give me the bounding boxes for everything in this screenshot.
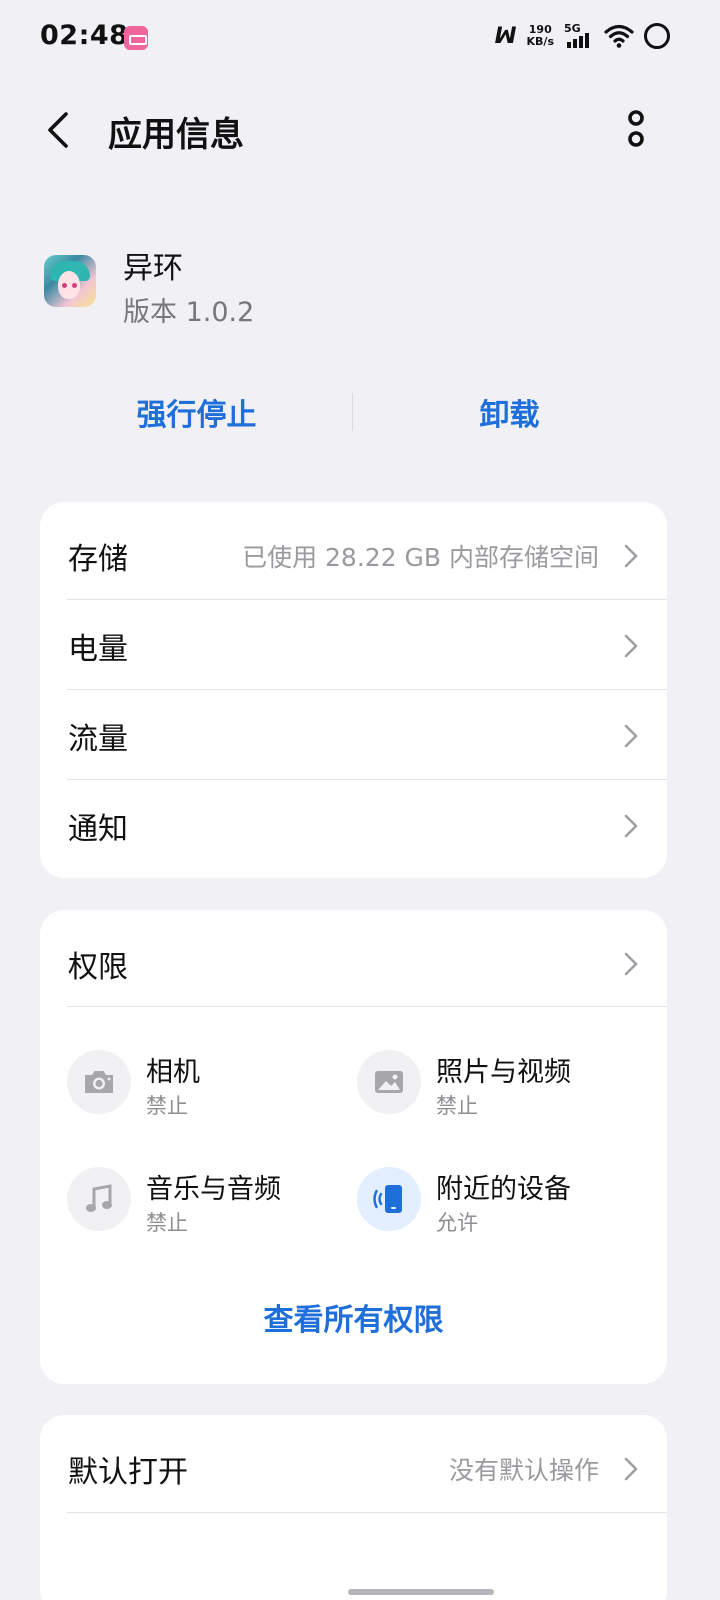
gesture-navigation-bar[interactable] <box>348 1589 494 1595</box>
permission-photos-videos[interactable]: 照片与视频 禁止 <box>357 1050 637 1120</box>
storage-label: 存储 <box>68 542 128 577</box>
cellular-signal-icon: 5G <box>564 22 594 50</box>
permission-name: 照片与视频 <box>436 1057 571 1088</box>
image-icon <box>357 1050 421 1114</box>
status-time: 02:48 <box>40 20 129 51</box>
permission-name: 音乐与音频 <box>146 1174 281 1205</box>
permission-camera[interactable]: 相机 禁止 <box>67 1050 347 1120</box>
status-bar: 02:48 ꟽ 190 KB/s 5G <box>0 0 720 78</box>
open-by-default-value: 没有默认操作 <box>448 1456 599 1485</box>
defaults-card: 默认打开 没有默认操作 <box>40 1415 667 1600</box>
uninstall-button[interactable]: 卸载 <box>353 385 666 439</box>
music-note-icon <box>67 1167 131 1231</box>
view-all-permissions-link[interactable]: 查看所有权限 <box>40 1295 667 1339</box>
data-usage-label: 流量 <box>68 722 128 757</box>
permission-state: 允许 <box>436 1211 478 1235</box>
more-vertical-icon[interactable] <box>624 108 648 152</box>
open-by-default-label: 默认打开 <box>68 1455 188 1490</box>
wifi-icon <box>604 24 634 48</box>
app-info-screen: 02:48 ꟽ 190 KB/s 5G 应用信息 异环 版本 1.0.2 强行停… <box>0 0 720 1600</box>
divider <box>67 599 667 600</box>
permissions-label: 权限 <box>68 950 128 985</box>
force-stop-button[interactable]: 强行停止 <box>40 385 353 439</box>
chevron-right-icon <box>624 544 638 568</box>
permissions-row[interactable]: 权限 <box>40 919 667 1009</box>
battery-label: 电量 <box>68 632 128 667</box>
bilibili-notification-icon <box>124 26 148 50</box>
app-name: 异环 <box>123 251 183 286</box>
permission-state: 禁止 <box>146 1094 188 1118</box>
storage-row[interactable]: 存储 已使用 28.22 GB 内部存储空间 <box>40 511 667 601</box>
permission-nearby-devices[interactable]: 附近的设备 允许 <box>357 1167 637 1237</box>
battery-ring-icon <box>644 23 670 49</box>
permission-state: 禁止 <box>146 1211 188 1235</box>
chevron-right-icon <box>624 724 638 748</box>
storage-value: 已使用 28.22 GB 内部存储空间 <box>242 543 599 572</box>
divider <box>67 689 667 690</box>
chevron-right-icon <box>624 1457 638 1481</box>
chevron-right-icon <box>624 952 638 976</box>
divider <box>67 1512 667 1513</box>
permission-state: 禁止 <box>436 1094 478 1118</box>
open-by-default-row[interactable]: 默认打开 没有默认操作 <box>40 1424 667 1514</box>
page-title: 应用信息 <box>108 115 244 155</box>
app-actions: 强行停止 卸载 <box>40 385 667 439</box>
network-speed-unit: KB/s <box>526 35 554 48</box>
app-version: 版本 1.0.2 <box>123 297 255 328</box>
network-speed: 190 KB/s <box>527 24 554 48</box>
signal-m-icon: ꟽ <box>494 23 517 49</box>
chevron-right-icon <box>624 814 638 838</box>
permission-name: 相机 <box>146 1057 200 1088</box>
data-usage-row[interactable]: 流量 <box>40 691 667 781</box>
divider <box>67 779 667 780</box>
camera-icon <box>67 1050 131 1114</box>
notifications-label: 通知 <box>68 812 128 847</box>
permission-music-audio[interactable]: 音乐与音频 禁止 <box>67 1167 347 1237</box>
divider <box>67 1006 667 1007</box>
settings-card: 存储 已使用 28.22 GB 内部存储空间 电量 流量 通知 <box>40 502 667 878</box>
permissions-card: 权限 相机 禁止 照片与视频 禁止 音乐与音频 禁止 附近的设备 允许 查看所有… <box>40 910 667 1384</box>
notifications-row[interactable]: 通知 <box>40 781 667 871</box>
permission-name: 附近的设备 <box>436 1174 571 1205</box>
battery-row[interactable]: 电量 <box>40 601 667 691</box>
chevron-right-icon <box>624 634 638 658</box>
app-icon <box>44 255 96 307</box>
nearby-device-icon <box>357 1167 421 1231</box>
chevron-left-icon[interactable] <box>42 110 78 150</box>
status-icons: ꟽ 190 KB/s 5G <box>495 22 670 50</box>
